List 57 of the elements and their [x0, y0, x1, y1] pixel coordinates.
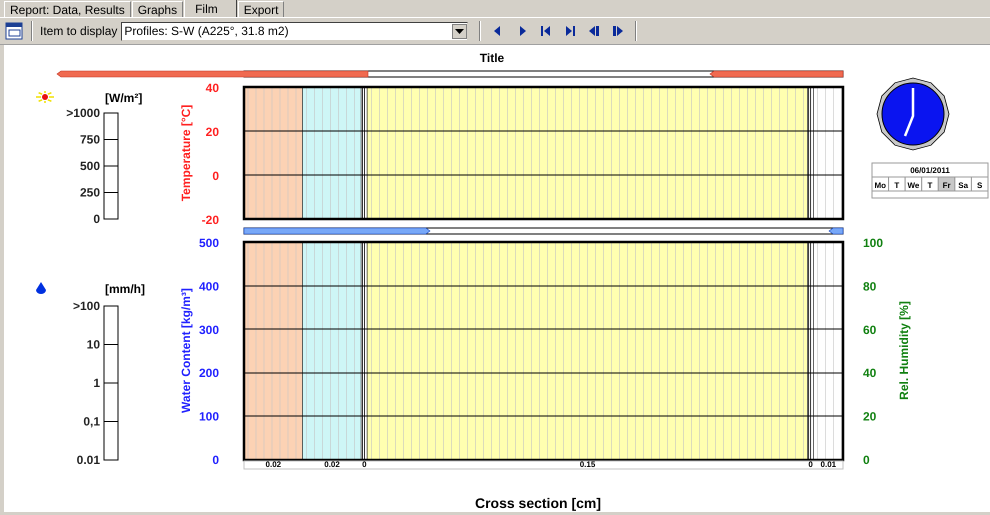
caret-icon[interactable] [455, 28, 464, 34]
axis-title: Temperature [°C] [179, 104, 193, 202]
axis-tick-label: 80 [863, 279, 876, 294]
axis-tick-label: 20 [863, 410, 876, 424]
scale-label: 750 [80, 132, 100, 146]
axis-tick-label: -20 [202, 213, 219, 227]
calendar-date: 06/01/2011 [910, 166, 950, 175]
axis-title: Cross section [cm] [474, 495, 602, 511]
tab[interactable]: Graphs [132, 1, 184, 17]
tab[interactable]: Film [184, 0, 237, 17]
item-label: Item to display [40, 24, 118, 38]
item-dropdown[interactable]: Profiles: S-W (A225°, 31.8 m2) [121, 22, 468, 40]
weekday-cell[interactable]: S [970, 176, 988, 192]
layer-thickness: 0.02 [266, 460, 282, 469]
scale-label: 500 [80, 159, 100, 173]
chart-title: Title [480, 51, 504, 65]
axis-tick-label: 0 [212, 169, 219, 183]
scale-label: 0.01 [76, 453, 100, 467]
axis-tick-label: 100 [863, 236, 884, 250]
scale-label: 10 [86, 338, 100, 352]
water-drop-icon [36, 282, 46, 294]
scale-label: 1 [93, 376, 100, 390]
axis-tick-label: 60 [863, 322, 876, 337]
axis-tick-label: 300 [198, 322, 219, 337]
scale-label: 250 [80, 186, 100, 200]
axis-tick-label: 40 [863, 366, 876, 380]
layer-thickness: 0 [362, 460, 367, 469]
axis-tick-label: 400 [198, 279, 219, 294]
axis-tick-label: 40 [206, 81, 219, 95]
axis-tick-label: 200 [198, 366, 219, 380]
weekday-cell[interactable]: Fr [938, 176, 956, 192]
layer-thickness: 0 [808, 460, 813, 469]
axis-tick-label: 100 [198, 410, 219, 424]
axis-tick-label: 0 [863, 453, 870, 467]
layout-icon[interactable] [4, 21, 24, 41]
tab[interactable]: Export [238, 1, 284, 17]
scale-label: >100 [72, 299, 100, 313]
layer-thickness: 0.01 [820, 460, 836, 469]
scale-label: 0,1 [83, 414, 100, 428]
weekday-cell[interactable]: Sa [954, 176, 972, 192]
unit-label: [W/m²] [105, 91, 142, 105]
axis-tick-label: 20 [206, 125, 219, 139]
layer-thickness: 0.02 [324, 460, 340, 469]
axis-tick-label: 500 [198, 236, 219, 250]
weekday-cell[interactable]: We [904, 176, 922, 192]
axis-title: Rel. Humidity [%] [897, 301, 911, 400]
layer-thickness: 0.15 [580, 460, 596, 469]
scale-label: 0 [93, 212, 100, 226]
axis-tick-label: 0 [212, 453, 219, 467]
weekday-cell[interactable]: T [921, 176, 939, 192]
weekday-cell[interactable]: Mo [872, 176, 890, 192]
axis-title: Water Content [kg/m³] [179, 288, 193, 413]
unit-label: [mm/h] [105, 282, 145, 296]
tab[interactable]: Report: Data, Results [4, 1, 131, 17]
weekday-cell[interactable]: T [888, 176, 906, 192]
sun-icon [36, 91, 54, 103]
scale-label: >1000 [66, 106, 100, 120]
